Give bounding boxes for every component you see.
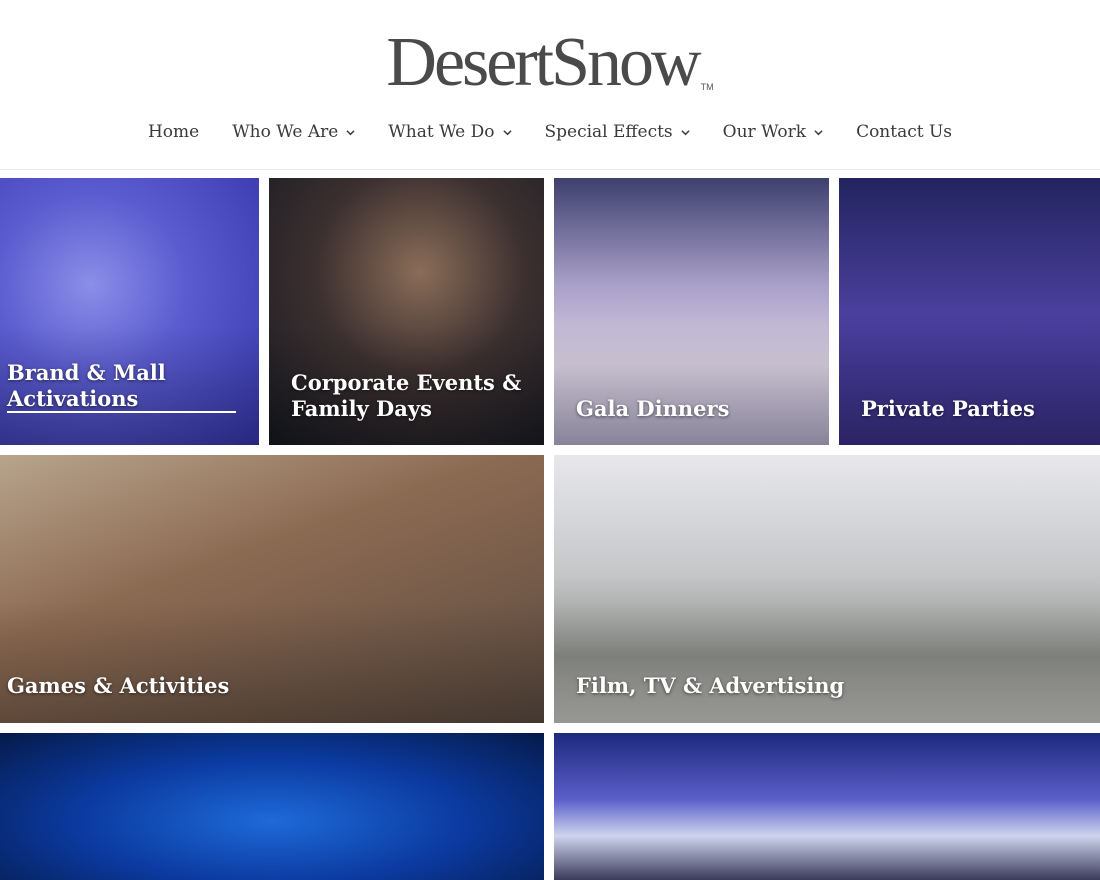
site-logo[interactable]: DesertSnow TM xyxy=(0,28,1100,98)
tile-label: Private Parties xyxy=(861,396,1035,421)
chevron-down-icon xyxy=(814,129,823,135)
tile-games-activities[interactable]: Games & Activities xyxy=(0,455,544,723)
header-divider xyxy=(0,169,1100,170)
tile-gala-dinners[interactable]: Gala Dinners xyxy=(554,178,829,445)
nav-label: Who We Are xyxy=(232,122,339,142)
tile-shade xyxy=(839,324,1100,445)
tile-shade xyxy=(554,602,1100,723)
main-nav: Home Who We Are What We Do Special Effec… xyxy=(0,122,1100,142)
active-underline xyxy=(7,411,236,413)
tile-lights-palms[interactable] xyxy=(0,733,544,880)
tile-label: Corporate Events & Family Days xyxy=(291,370,522,421)
nav-item-home[interactable]: Home xyxy=(148,122,199,142)
tile-label: Games & Activities xyxy=(7,673,230,698)
nav-item-special-effects[interactable]: Special Effects xyxy=(545,122,690,142)
chevron-down-icon xyxy=(681,129,690,135)
nav-label: Special Effects xyxy=(544,122,673,142)
chevron-down-icon xyxy=(346,129,355,135)
tile-corporate-events[interactable]: Corporate Events & Family Days xyxy=(269,178,544,445)
tile-private-parties[interactable]: Private Parties xyxy=(839,178,1100,445)
tile-label: Film, TV & Advertising xyxy=(576,673,845,698)
nav-label: Our Work xyxy=(722,122,807,142)
nav-item-who-we-are[interactable]: Who We Are xyxy=(232,122,355,142)
trademark-mark: TM xyxy=(700,82,714,92)
tile-film-tv-advertising[interactable]: Film, TV & Advertising xyxy=(554,455,1100,723)
tile-label: Brand & Mall Activations xyxy=(7,360,166,411)
tile-label: Gala Dinners xyxy=(576,396,730,421)
nav-item-our-work[interactable]: Our Work xyxy=(723,122,823,142)
nav-label: Contact Us xyxy=(856,122,953,142)
logo-text[interactable]: DesertSnow xyxy=(386,24,701,101)
tile-brand-mall-activations[interactable]: Brand & Mall Activations xyxy=(0,178,259,445)
nav-item-contact-us[interactable]: Contact Us xyxy=(856,122,952,142)
nav-item-what-we-do[interactable]: What We Do xyxy=(388,122,512,142)
nav-label: Home xyxy=(147,122,200,142)
tile-shade xyxy=(0,602,544,723)
site-header: DesertSnow TM Home Who We Are What We Do … xyxy=(0,0,1100,170)
tile-winter-venue[interactable] xyxy=(554,733,1100,880)
tile-shade xyxy=(554,324,829,445)
nav-label: What We Do xyxy=(388,122,495,142)
chevron-down-icon xyxy=(502,129,512,135)
